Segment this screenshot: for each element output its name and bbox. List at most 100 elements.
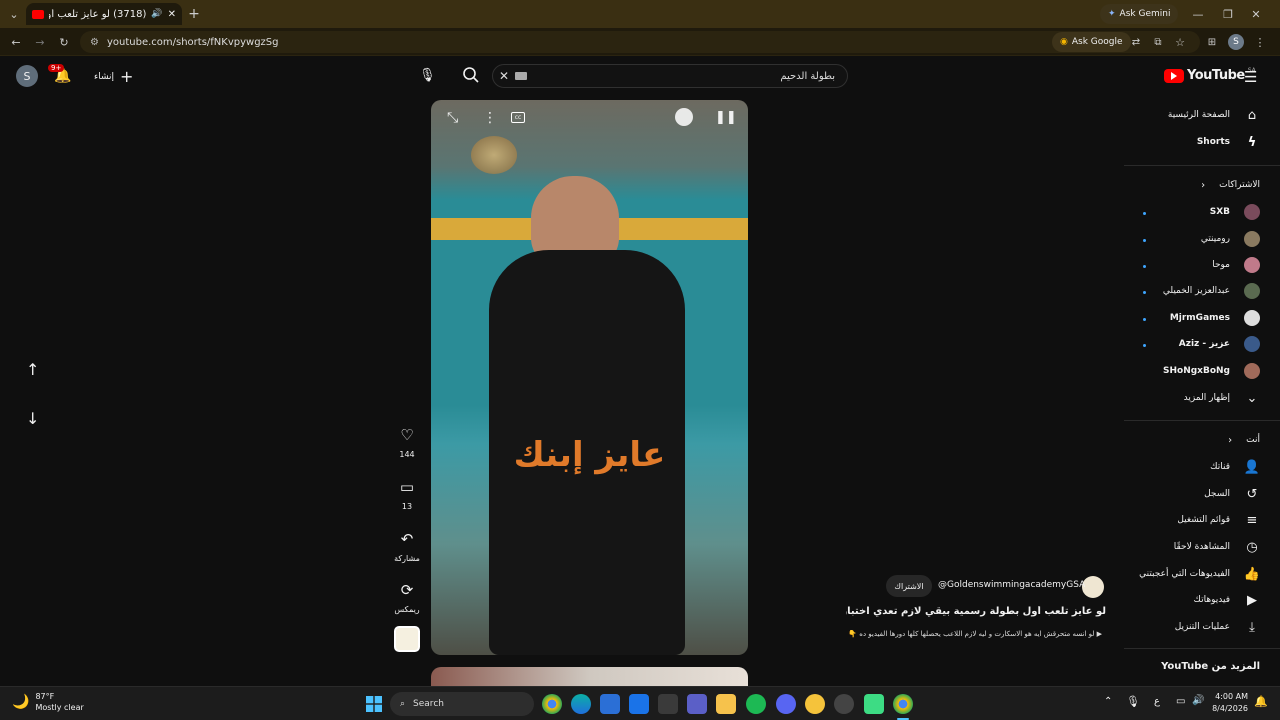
more-options-icon[interactable]: ⋮ <box>483 110 497 126</box>
short-video-player[interactable]: عايز إبنك ⤡ ⋮ cc ❚❚ <box>431 100 748 655</box>
sidebar-item-playlists[interactable]: قوائم التشغيل ≡ <box>1177 509 1260 531</box>
subscription-item[interactable]: MjrmGames <box>1170 307 1260 329</box>
sidebar-item-history[interactable]: السجل ↺ <box>1204 483 1260 505</box>
sidebar-divider <box>1124 648 1280 649</box>
close-tab-icon[interactable]: ✕ <box>168 9 176 20</box>
minimize-icon[interactable]: — <box>1190 6 1206 22</box>
mail-icon[interactable] <box>629 694 649 714</box>
remix-button[interactable]: ⟳ ريمكس <box>392 581 422 614</box>
pause-icon[interactable]: ❚❚ <box>715 110 737 125</box>
chat-app-icon[interactable] <box>805 694 825 714</box>
keyboard-icon[interactable] <box>515 72 527 80</box>
language-indicator[interactable]: ع <box>1154 696 1160 707</box>
tab-list-icon[interactable]: ⌄ <box>6 6 22 22</box>
fullscreen-icon[interactable]: ⤡ <box>447 110 458 126</box>
like-button[interactable]: ♡ 144 <box>392 426 422 459</box>
reload-icon[interactable]: ↻ <box>56 34 72 50</box>
microphone-icon[interactable]: 🎙 <box>1126 695 1140 708</box>
volume-icon[interactable]: 🔊 <box>1192 695 1204 706</box>
home-icon: ⌂ <box>1247 107 1257 123</box>
subscriptions-header-label: الاشتراكات <box>1219 180 1260 190</box>
file-explorer-icon[interactable] <box>716 694 736 714</box>
previous-short-icon[interactable]: ↑ <box>26 360 39 379</box>
remix-label: ريمكس <box>394 605 420 614</box>
comments-button[interactable]: ▭ 13 <box>392 478 422 511</box>
ask-gemini-button[interactable]: ✦ Ask Gemini <box>1100 4 1179 24</box>
sidebar-item-liked[interactable]: الفيديوهات التي أعجبتني 👍 <box>1139 563 1260 585</box>
forward-icon[interactable]: → <box>32 34 48 50</box>
close-window-icon[interactable]: ✕ <box>1248 6 1264 22</box>
notification-center-icon[interactable]: 🔔 <box>1254 695 1268 708</box>
channel-avatar[interactable] <box>1082 576 1104 598</box>
teams-icon[interactable] <box>687 694 707 714</box>
address-bar[interactable]: ⚙ youtube.com/shorts/fNKvpywgzSg <box>80 31 1200 53</box>
spotify-icon[interactable] <box>746 694 766 714</box>
browser-tab-active[interactable]: (3718) لو عايز تلعب أول بطو... 🔊 ✕ <box>26 3 182 25</box>
shorts-icon: ϟ <box>1247 134 1257 150</box>
ask-google-button[interactable]: ◉ Ask Google <box>1052 32 1131 52</box>
maximize-icon[interactable]: ❐ <box>1220 6 1236 22</box>
subscription-item[interactable]: Aziz - عزيز <box>1179 333 1260 355</box>
hamburger-menu-icon[interactable]: ☰ <box>1244 68 1257 86</box>
sidebar-item-home[interactable]: الصفحة الرئيسية ⌂ <box>1168 104 1260 126</box>
taskbar-search[interactable]: ⌕ Search <box>390 692 534 716</box>
chevron-right-icon: › <box>1201 179 1206 191</box>
translate-icon[interactable]: ⇄ <box>1128 34 1144 50</box>
chrome-active-icon[interactable] <box>893 694 913 714</box>
install-icon[interactable]: ⧉ <box>1150 34 1166 50</box>
back-icon[interactable]: ← <box>8 34 24 50</box>
sidebar-item-watch-later[interactable]: المشاهدة لاحقًا ◷ <box>1174 536 1260 558</box>
subscription-item[interactable]: رومينتي <box>1201 228 1260 250</box>
show-more-button[interactable]: إظهار المزيد ⌄ <box>1184 387 1260 409</box>
youtube-logo[interactable]: YouTube SA <box>1164 67 1256 83</box>
chrome-icon[interactable] <box>542 694 562 714</box>
voice-search-icon[interactable]: 🎙 <box>419 68 436 83</box>
you-header[interactable]: › أنت <box>1228 429 1260 451</box>
clear-search-icon[interactable]: ✕ <box>499 69 509 83</box>
store-icon[interactable] <box>600 694 620 714</box>
clock[interactable]: 4:00 AM 8/4/2026 <box>1208 691 1248 715</box>
date-text: 8/4/2026 <box>1212 704 1248 713</box>
browser-alt-icon[interactable] <box>834 694 854 714</box>
sound-thumbnail[interactable] <box>394 626 420 652</box>
captions-icon[interactable]: cc <box>511 112 525 123</box>
volume-icon[interactable] <box>675 108 693 126</box>
notifications-button[interactable]: 🔔 9+ <box>48 64 74 86</box>
extensions-icon[interactable]: ⊞ <box>1204 34 1220 50</box>
cube-icon[interactable] <box>658 694 678 714</box>
subscription-item[interactable]: موحا <box>1212 254 1260 276</box>
android-app-icon[interactable] <box>864 694 884 714</box>
subscription-item[interactable]: SXB <box>1210 201 1260 223</box>
sidebar-item-downloads[interactable]: عمليات التنزيل ⤓ <box>1175 616 1260 638</box>
audio-playing-icon[interactable]: 🔊 <box>151 9 162 19</box>
windows-start-icon[interactable] <box>364 694 384 714</box>
subscription-item[interactable]: عبدالعزيز الخميلي <box>1163 280 1260 302</box>
next-short-icon[interactable]: ↓ <box>26 409 39 428</box>
edge-icon[interactable] <box>571 694 591 714</box>
tray-overflow-icon[interactable]: ⌃ <box>1104 696 1112 707</box>
like-count: 144 <box>399 450 415 459</box>
sidebar-item-shorts[interactable]: Shorts ϟ <box>1197 131 1260 153</box>
channel-icon: 👤 <box>1243 459 1261 475</box>
account-avatar[interactable]: S <box>16 65 38 87</box>
weather-widget[interactable]: 🌙 87°F Mostly clear <box>12 691 84 713</box>
search-icon[interactable] <box>462 66 482 86</box>
create-button[interactable]: إنشاء + <box>94 67 133 86</box>
new-tab-icon[interactable]: + <box>186 5 202 23</box>
next-short-preview[interactable] <box>431 667 748 686</box>
site-info-icon[interactable]: ⚙ <box>90 37 99 48</box>
network-icon[interactable]: ▭ <box>1176 696 1185 707</box>
profile-avatar[interactable]: S <box>1228 34 1244 50</box>
menu-dots-icon[interactable]: ⋮ <box>1252 34 1268 50</box>
sidebar-item-your-videos[interactable]: فيديوهاتك ▶ <box>1194 589 1260 611</box>
discord-icon[interactable] <box>776 694 796 714</box>
subscriptions-header[interactable]: › الاشتراكات <box>1201 174 1260 196</box>
bookmark-star-icon[interactable]: ☆ <box>1172 34 1188 50</box>
share-button[interactable]: ↶ مشاركة <box>392 530 422 563</box>
search-input[interactable]: ✕ بطولة الدحيم <box>492 64 848 88</box>
subscription-item[interactable]: SHoNgxBoNg <box>1163 360 1260 382</box>
subscribe-button[interactable]: الاشتراك <box>886 575 932 597</box>
sidebar-item-channel[interactable]: قناتك 👤 <box>1210 456 1260 478</box>
channel-handle[interactable]: @GoldenswimmingacademyGSA <box>938 580 1085 590</box>
more-from-youtube-header: المزيد من YouTube <box>1161 661 1260 672</box>
